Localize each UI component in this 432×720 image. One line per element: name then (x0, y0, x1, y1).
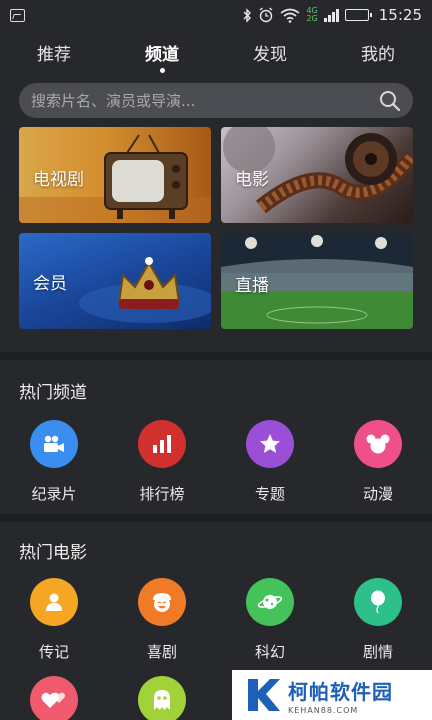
tab-recommend[interactable]: 推荐 (0, 40, 108, 65)
person-icon (30, 578, 78, 626)
star-icon (246, 420, 294, 468)
channel-item-topics[interactable]: 专题 (216, 420, 324, 504)
alarm-icon (260, 7, 273, 23)
category-card-tv-series[interactable]: 电视剧 (19, 127, 211, 223)
planet-icon (246, 578, 294, 626)
top-tabs: 推荐 频道 发现 我的 (0, 30, 432, 74)
laughing-face-icon (138, 578, 186, 626)
section-divider (0, 514, 432, 522)
genre-label: 剧情 (362, 643, 393, 661)
mickey-icon (354, 420, 402, 468)
channel-label: 纪录片 (31, 485, 77, 503)
channel-label: 排行榜 (139, 485, 185, 503)
channel-label: 动漫 (362, 485, 393, 503)
movie-genre-drama[interactable]: 剧情 (324, 578, 432, 662)
category-label-live: 直播 (235, 276, 269, 296)
section-title-hot-channels: 热门频道 (19, 383, 87, 403)
movie-genre-scifi[interactable]: 科幻 (216, 578, 324, 662)
category-label-vip: 会员 (33, 274, 67, 294)
genre-label: 科幻 (254, 643, 285, 661)
genre-label: 传记 (38, 643, 69, 661)
bar-chart-icon (138, 420, 186, 468)
battery-icon (344, 9, 372, 21)
search-icon[interactable] (379, 90, 401, 112)
movie-genre-comedy[interactable]: 喜剧 (108, 578, 216, 662)
category-card-vip[interactable]: 会员 (19, 233, 211, 329)
channel-item-anime[interactable]: 动漫 (324, 420, 432, 504)
watermark-url: KEHAN88.COM (288, 705, 359, 715)
movie-genre-romance[interactable] (0, 676, 108, 720)
bluetooth-icon (243, 7, 252, 23)
wifi-icon (280, 8, 300, 23)
network-type-indicator: 4G 2G (306, 6, 318, 23)
camcorder-icon (30, 420, 78, 468)
search-bar (19, 83, 413, 118)
clock: 15:25 (378, 6, 422, 24)
tab-channels[interactable]: 频道 (108, 40, 216, 73)
tab-discover[interactable]: 发现 (216, 40, 324, 65)
balloon-icon (354, 578, 402, 626)
movie-genre-biography[interactable]: 传记 (0, 578, 108, 662)
watermark-title: 柯帕软件园 (288, 679, 393, 704)
category-card-movie[interactable]: 电影 (221, 127, 413, 223)
hot-channels-grid: 纪录片 排行榜 专题 动漫 (0, 420, 432, 504)
search-input[interactable] (31, 91, 379, 110)
section-divider (0, 352, 432, 360)
genre-label: 喜剧 (146, 643, 177, 661)
category-label-tv-series: 电视剧 (33, 170, 84, 190)
watermark-logo-icon (248, 679, 280, 711)
category-label-movie: 电影 (235, 170, 269, 190)
movie-genre-horror[interactable] (108, 676, 216, 720)
channel-label: 专题 (254, 485, 285, 503)
signal-bars-icon (323, 8, 339, 22)
hearts-icon (30, 676, 78, 720)
section-title-hot-movies: 热门电影 (19, 543, 87, 563)
channel-item-rankings[interactable]: 排行榜 (108, 420, 216, 504)
image-notification-icon (10, 8, 25, 22)
site-watermark: 柯帕软件园 KEHAN88.COM (232, 670, 432, 720)
category-card-live[interactable]: 直播 (221, 233, 413, 329)
active-tab-indicator (159, 67, 165, 73)
channel-item-documentary[interactable]: 纪录片 (0, 420, 108, 504)
ghost-icon (138, 676, 186, 720)
tab-mine[interactable]: 我的 (324, 40, 432, 65)
hot-movies-grid: 传记 喜剧 科幻 剧情 (0, 578, 432, 662)
status-bar: 4G 2G 15:25 (0, 0, 432, 30)
